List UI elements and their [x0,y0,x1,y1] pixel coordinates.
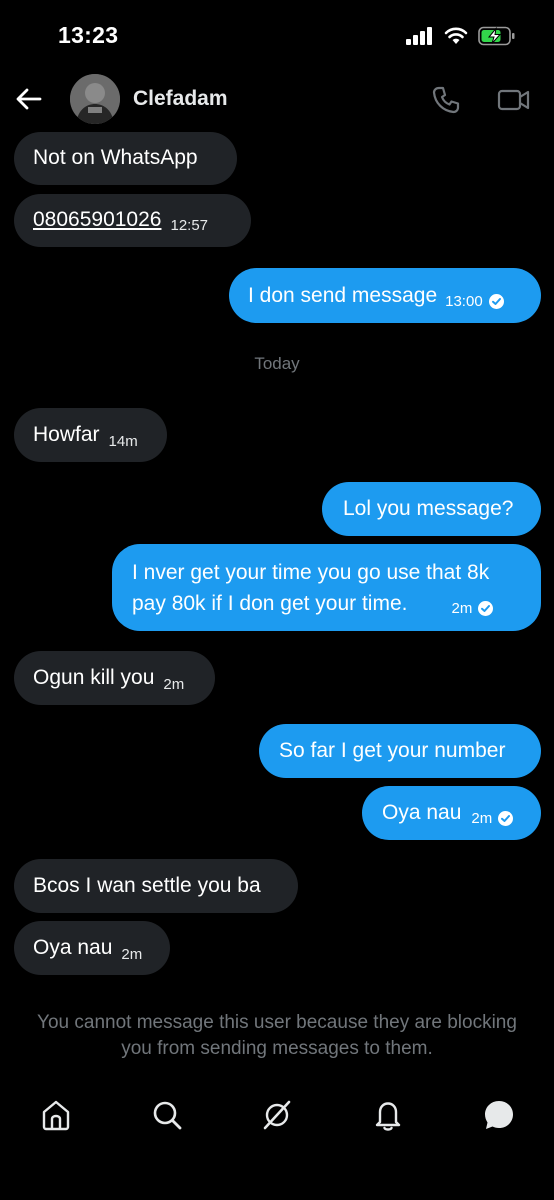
grok-icon[interactable] [260,1098,294,1132]
message-text: So far I get your number [279,739,506,762]
message-text: Oya nau [382,801,462,824]
message-time: 2m [471,810,493,827]
message-text: Ogun kill you [33,666,155,689]
message-incoming[interactable]: Howfar 14m [14,408,167,462]
day-divider: Today [254,354,300,373]
message-text: I don send message [248,284,438,307]
message-outgoing[interactable]: Oya nau 2m [362,786,541,840]
blocked-notice: You cannot message this user because the… [37,1012,517,1059]
message-incoming[interactable]: Not on WhatsApp [14,132,237,185]
contact-name[interactable]: Clefadam [133,87,228,111]
message-time: 2m [451,600,473,617]
video-call-icon[interactable] [497,84,531,116]
messages-icon[interactable] [482,1098,516,1132]
message-text: Bcos I wan settle you ba [33,874,261,897]
read-check-icon [488,294,504,309]
message-time: 13:00 [445,293,483,310]
message-outgoing[interactable]: Lol you message? [322,482,541,536]
signal-icon [406,27,432,45]
status-time: 13:23 [58,22,119,48]
home-icon[interactable] [39,1098,73,1132]
message-text: I nver get your time you go use that 8k [132,561,490,584]
message-time: 2m [121,946,143,963]
battery-charging-icon [478,26,515,46]
message-outgoing[interactable]: I don send message 13:00 [229,268,541,323]
message-text: Oya nau [33,936,113,959]
message-incoming[interactable]: Bcos I wan settle you ba [14,859,298,913]
notifications-icon[interactable] [371,1098,405,1132]
message-incoming[interactable]: 08065901026 12:57 [14,194,251,247]
phone-icon[interactable] [430,84,462,116]
message-outgoing[interactable]: So far I get your number [259,724,541,778]
avatar[interactable] [70,74,120,124]
wifi-icon [444,27,468,44]
message-text: Howfar [33,423,100,446]
message-text: Lol you message? [343,497,514,520]
back-arrow-icon[interactable] [14,84,44,114]
message-time: 12:57 [170,217,209,234]
phone-number-link[interactable]: 08065901026 [33,208,161,231]
message-text: Not on WhatsApp [33,146,198,169]
read-check-icon [478,601,494,616]
read-check-icon [498,811,514,826]
message-incoming[interactable]: Oya nau 2m [14,921,170,975]
message-time: 2m [163,676,185,693]
message-text: pay 80k if I don get your time. [132,592,408,615]
message-time: 14m [108,433,138,450]
message-outgoing[interactable]: I nver get your time you go use that 8k … [112,544,541,631]
message-incoming[interactable]: Ogun kill you 2m [14,651,215,705]
system-icons [406,26,516,46]
search-icon[interactable] [150,1098,184,1132]
